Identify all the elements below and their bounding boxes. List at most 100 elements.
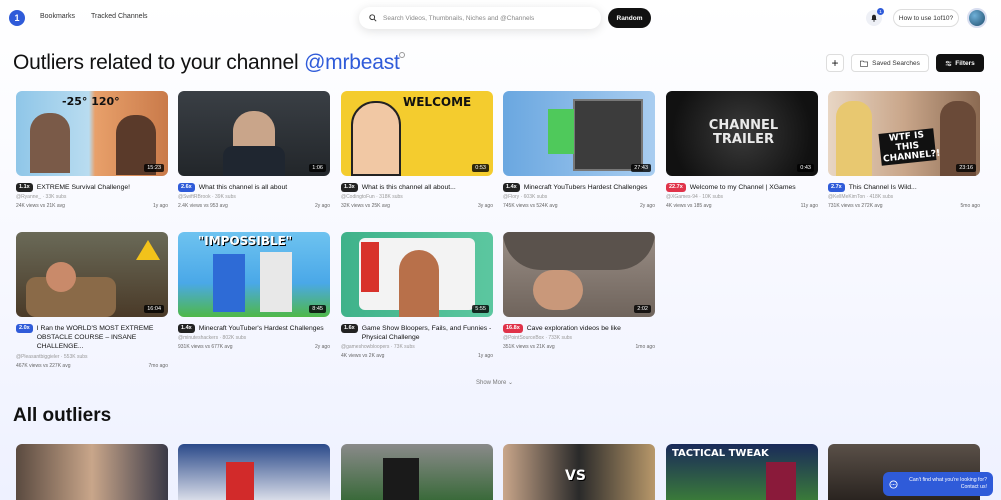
- video-card[interactable]: "IMPOSSIBLE" 8:45 1.4x Minecraft YouTuber…: [178, 232, 330, 350]
- channel-handle-link[interactable]: @mrbeast: [304, 51, 400, 74]
- video-age: 3y ago: [477, 203, 493, 210]
- channel-info[interactable]: @CodingtoFun · 318K subs: [341, 194, 493, 200]
- search-icon: [369, 14, 377, 22]
- video-thumbnail[interactable]: 1:06: [178, 91, 330, 176]
- video-thumbnail[interactable]: 16:04: [16, 232, 168, 317]
- video-title[interactable]: What is this channel all about...: [362, 183, 456, 192]
- view-stats: 4K views vs 185 avg: [666, 203, 712, 210]
- channel-info[interactable]: @Pleasantbiggieler · 553K subs: [16, 354, 168, 360]
- video-title[interactable]: Welcome to my Channel | XGames: [690, 183, 796, 192]
- video-title[interactable]: This Channel Is Wild...: [849, 183, 917, 192]
- block-wall: [573, 99, 643, 171]
- user-avatar[interactable]: [967, 8, 987, 28]
- video-thumbnail[interactable]: CHANNEL TRAILER 0:43: [666, 91, 818, 176]
- video-age: 1y ago: [152, 203, 168, 210]
- video-duration: 1:06: [309, 164, 326, 172]
- channel-info[interactable]: @PointSourceBox · 733K subs: [503, 335, 655, 341]
- video-thumbnail[interactable]: "IMPOSSIBLE" 8:45: [178, 232, 330, 317]
- outlier-score-badge: 2.7x: [828, 183, 845, 193]
- player-figure: [383, 458, 419, 500]
- video-title[interactable]: What this channel is all about: [199, 183, 287, 192]
- show-more-button[interactable]: Show More ⌄: [476, 379, 513, 386]
- video-thumbnail[interactable]: TACTICAL TWEAK: [666, 444, 818, 500]
- view-stats: 931K views vs 677K avg: [178, 344, 233, 351]
- nav-link-tracked-channels[interactable]: Tracked Channels: [91, 13, 148, 20]
- video-card[interactable]: WELCOME 0:53 1.3x What is this channel al…: [341, 91, 493, 209]
- outlier-score-badge: 1.4x: [503, 183, 520, 193]
- video-title[interactable]: Game Show Bloopers, Fails, and Funnies -…: [362, 324, 493, 342]
- chat-prompt: Can't find what you're looking for?: [909, 476, 987, 483]
- contact-chat-widget[interactable]: Can't find what you're looking for? Conta…: [883, 472, 993, 496]
- filters-button[interactable]: Filters: [936, 54, 984, 72]
- add-button[interactable]: +: [826, 54, 844, 72]
- how-to-button[interactable]: How to use 1of10?: [893, 9, 959, 27]
- top-navigation: 1 Bookmarks Tracked Channels Search Vide…: [0, 0, 1001, 36]
- video-title[interactable]: Minecraft YouTuber's Hardest Challenges: [199, 324, 324, 333]
- thumbnail-overlay-text: "IMPOSSIBLE": [198, 234, 293, 248]
- couch-overhang: [503, 232, 655, 270]
- channel-info[interactable]: @SwiftRBrook · 39K subs: [178, 194, 330, 200]
- channel-info[interactable]: @XGames-94 · 10K subs: [666, 194, 818, 200]
- video-thumbnail[interactable]: VS: [503, 444, 655, 500]
- video-card[interactable]: CHANNEL TRAILER 0:43 22.7x Welcome to my …: [666, 91, 818, 209]
- video-card[interactable]: 5:55 1.6x Game Show Bloopers, Fails, and …: [341, 232, 493, 359]
- app-logo[interactable]: 1: [9, 10, 25, 26]
- person-figure: [399, 250, 439, 317]
- channel-info[interactable]: @gameshowbloopers · 73K subs: [341, 344, 493, 350]
- outlier-score-badge: 2.0x: [16, 324, 33, 334]
- channel-info[interactable]: @minuteshackers · 802K subs: [178, 335, 330, 341]
- video-card[interactable]: 1:06 2.6x What this channel is all about …: [178, 91, 330, 209]
- video-title[interactable]: I Ran the WORLD'S MOST EXTREME OBSTACLE …: [37, 324, 168, 352]
- view-stats: 2.4K views vs 953 avg: [178, 203, 228, 210]
- video-duration: 15:23: [144, 164, 164, 172]
- video-thumbnail[interactable]: 5:55: [341, 232, 493, 317]
- video-card[interactable]: 2:02 16.8x Cave exploration videos be lik…: [503, 232, 655, 350]
- random-button[interactable]: Random: [608, 8, 651, 28]
- video-thumbnail[interactable]: [16, 444, 168, 500]
- notifications-button[interactable]: 1: [866, 8, 884, 26]
- view-stats: 4K views vs 2K avg: [341, 353, 385, 360]
- channel-info[interactable]: @Ryanne_ · 33K subs: [16, 194, 168, 200]
- video-title[interactable]: Cave exploration videos be like: [527, 324, 621, 333]
- page-title-text: Outliers related to your channel: [13, 51, 305, 74]
- video-age: 7mo ago: [148, 362, 168, 369]
- video-card[interactable]: 16:04 2.0x I Ran the WORLD'S MOST EXTREME…: [16, 232, 168, 369]
- video-card[interactable]: -25° 120° 15:23 1.1x EXTREME Survival Cha…: [16, 91, 168, 209]
- notification-badge: 1: [877, 8, 884, 15]
- filters-label: Filters: [955, 59, 975, 67]
- nav-link-bookmarks[interactable]: Bookmarks: [40, 13, 75, 20]
- saved-searches-button[interactable]: Saved Searches: [851, 54, 929, 72]
- video-thumbnail[interactable]: WELCOME 0:53: [341, 91, 493, 176]
- view-stats: 24K views vs 21K avg: [16, 203, 65, 210]
- video-thumbnail[interactable]: 2:02: [503, 232, 655, 317]
- search-input[interactable]: Search Videos, Thumbnails, Niches and @C…: [359, 7, 601, 29]
- outlier-score-badge: 1.1x: [16, 183, 33, 193]
- video-thumbnail[interactable]: 27:43: [503, 91, 655, 176]
- video-title[interactable]: EXTREME Survival Challenge!: [37, 183, 130, 192]
- thumbnail-overlay-text: -25° 120°: [62, 95, 120, 108]
- thumbnail-overlay-text: WTF IS THIS CHANNEL?!: [878, 128, 941, 166]
- video-thumbnail[interactable]: -25° 120° 15:23: [16, 91, 168, 176]
- backdrop-letter: [361, 242, 379, 292]
- thumbnail-overlay-text: WELCOME: [403, 95, 472, 109]
- info-icon[interactable]: [399, 52, 405, 58]
- video-age: 2y ago: [639, 203, 655, 210]
- video-thumbnail[interactable]: WTF IS THIS CHANNEL?! 23:16: [828, 91, 980, 176]
- video-thumbnail[interactable]: [341, 444, 493, 500]
- saved-searches-label: Saved Searches: [872, 59, 920, 67]
- video-age: 1y ago: [477, 353, 493, 360]
- video-age: 11y ago: [800, 203, 818, 210]
- video-card[interactable]: WTF IS THIS CHANNEL?! 23:16 2.7x This Cha…: [828, 91, 980, 209]
- video-thumbnail[interactable]: [178, 444, 330, 500]
- channel-info[interactable]: @Flory · 603K subs: [503, 194, 655, 200]
- video-card[interactable]: 27:43 1.4x Minecraft YouTubers Hardest Ch…: [503, 91, 655, 209]
- player-figure: [766, 462, 796, 500]
- view-stats: 745K views vs 524K avg: [503, 203, 558, 210]
- chat-contact-link[interactable]: Contact us!: [903, 484, 987, 491]
- outlier-score-badge: 1.3x: [341, 183, 358, 193]
- video-age: 2y ago: [314, 203, 330, 210]
- outlier-score-badge: 2.6x: [178, 183, 195, 193]
- outlier-score-badge: 1.6x: [341, 324, 358, 334]
- channel-info[interactable]: @KellMeKimTon · 418K subs: [828, 194, 980, 200]
- video-title[interactable]: Minecraft YouTubers Hardest Challenges: [524, 183, 648, 192]
